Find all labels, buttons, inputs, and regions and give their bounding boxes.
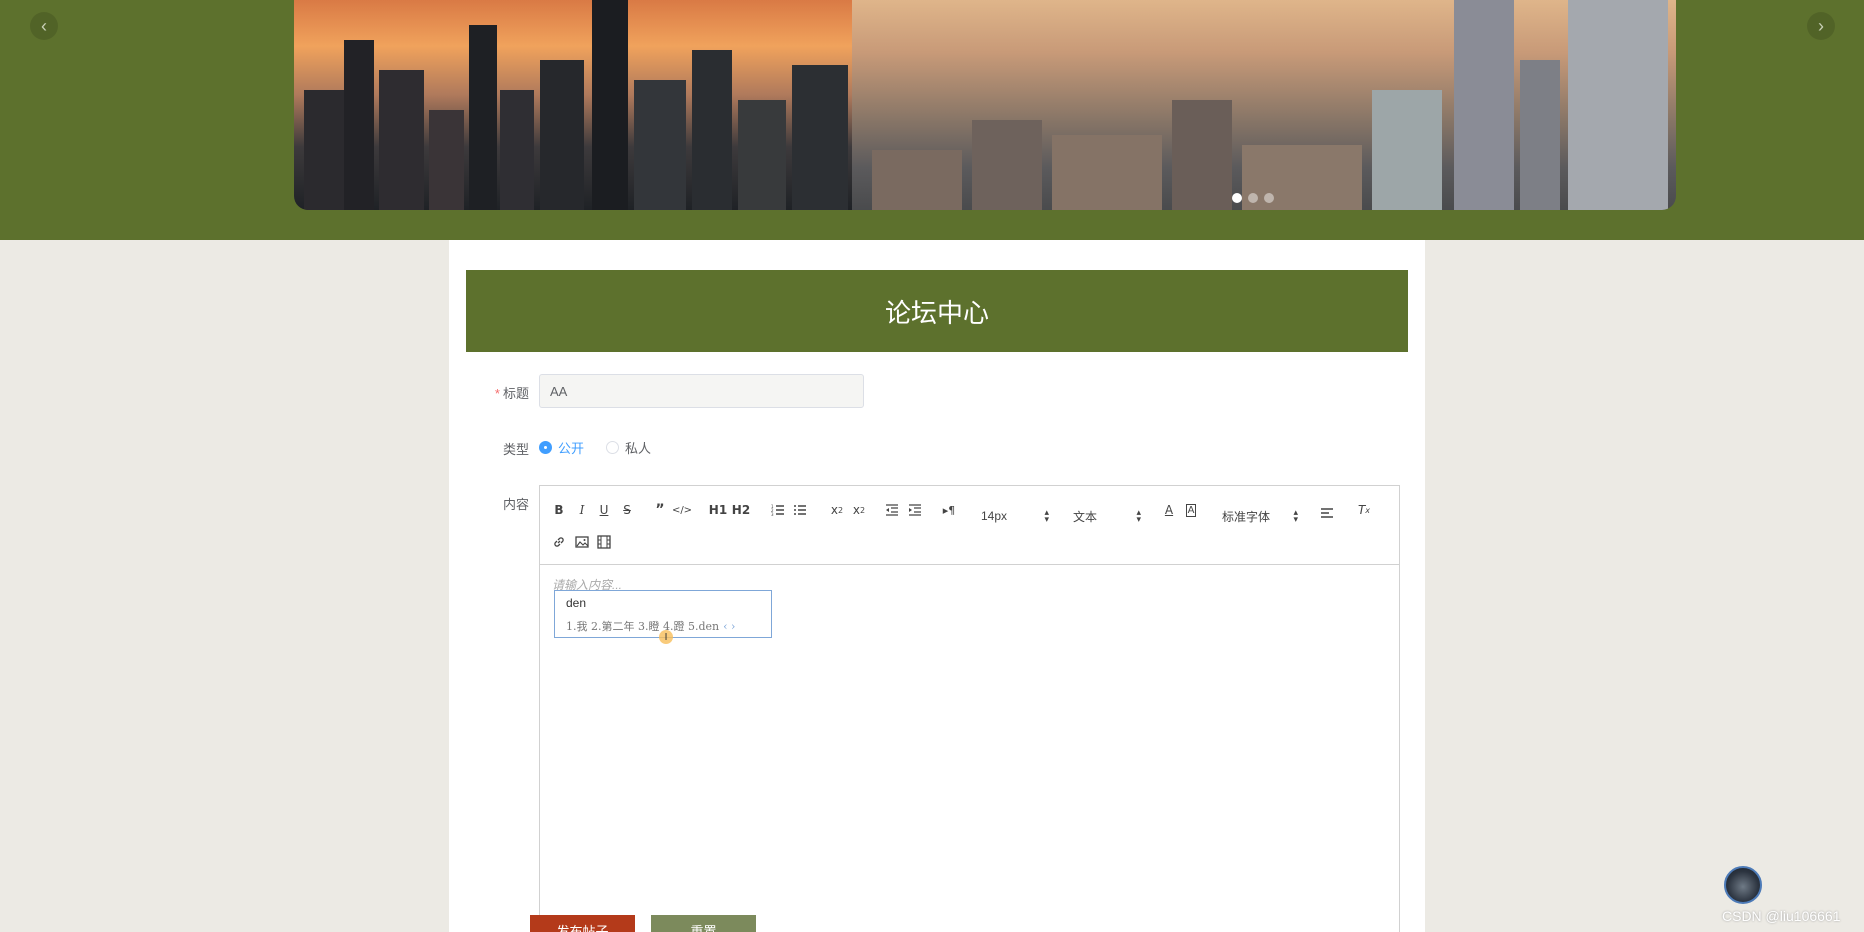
image-icon[interactable] [573,533,591,551]
watermark: CSDN @liu106661 [1722,908,1841,924]
header-1-icon[interactable]: H1 [709,501,727,519]
banner: ‹ › [0,0,1864,240]
page-title: 论坛中心 [466,270,1408,352]
select-arrows-icon: ▴ ▾ [1136,507,1141,524]
bold-icon[interactable]: B [550,501,568,519]
strike-icon[interactable]: S [618,501,636,519]
ime-composition: den [566,596,587,610]
clear-format-icon[interactable]: Tx [1355,501,1373,519]
mouse-cursor-icon: I [659,630,673,644]
carousel-dot[interactable] [1232,193,1242,203]
ordered-list-icon[interactable]: 123 [769,501,787,519]
floating-avatar[interactable] [1724,866,1762,904]
publish-button[interactable]: 发布帖子 [530,915,635,932]
font-color-icon[interactable]: A [1160,501,1178,519]
select-arrows-icon: ▴ ▾ [1293,507,1298,524]
carousel-dot[interactable] [1248,193,1258,203]
type-radio-private[interactable]: 私人 [606,438,651,457]
title-input[interactable] [539,374,864,408]
carousel[interactable] [294,0,1676,210]
carousel-prev-icon[interactable]: ‹ [30,12,58,40]
superscript-icon[interactable]: x2 [850,501,868,519]
outdent-icon[interactable] [883,501,901,519]
ime-candidates[interactable]: 1.我 2.第二年 3.瞪 4.蹬 5.den ‹ › [566,618,735,634]
font-size-select[interactable]: 14px ▴ ▾ [981,507,1049,525]
carousel-dot[interactable] [1264,193,1274,203]
header-select[interactable]: 文本 ▴ ▾ [1073,507,1141,525]
bullet-list-icon[interactable] [791,501,809,519]
select-arrows-icon: ▴ ▾ [1044,507,1049,524]
carousel-slide-city-skyline [852,0,1676,210]
text-direction-icon[interactable]: ▸¶ [940,501,958,519]
background-color-icon[interactable]: A [1182,501,1200,519]
link-icon[interactable] [550,533,568,551]
font-family-select[interactable]: 标准字体 ▴ ▾ [1222,507,1298,525]
rich-text-editor: B I U S ” </> H1 H2 123 x2 x2 ▸¶ 14px ▴ … [539,485,1400,932]
type-radio-public[interactable]: 公开 [539,438,584,457]
indent-icon[interactable] [906,501,924,519]
editor-toolbar: B I U S ” </> H1 H2 123 x2 x2 ▸¶ 14px ▴ … [540,486,1399,565]
align-icon[interactable] [1318,504,1336,522]
subscript-icon[interactable]: x2 [828,501,846,519]
blockquote-icon[interactable]: ” [651,501,669,519]
ime-pager-icon[interactable]: ‹ › [723,620,735,633]
carousel-slide-city-sunset [294,0,854,210]
underline-icon[interactable]: U [595,501,613,519]
carousel-indicators [1232,193,1274,203]
editor-content[interactable]: 请输入内容... den 1.我 2.第二年 3.瞪 4.蹬 5.den ‹ › [540,566,1399,932]
forum-panel: 论坛中心 *标题 类型 公开 私人 内容 B I U S ” </> H1 H2… [449,240,1425,932]
svg-text:3: 3 [771,512,774,517]
video-icon[interactable] [595,533,613,551]
carousel-next-icon[interactable]: › [1807,12,1835,40]
type-label: 类型 [502,442,529,457]
type-radio-group: 公开 私人 [539,438,673,457]
radio-checked-icon [539,441,552,454]
code-block-icon[interactable]: </> [672,501,692,519]
title-label: * 标题 [494,386,529,401]
header-2-icon[interactable]: H2 [732,501,750,519]
radio-unchecked-icon [606,441,620,454]
reset-button[interactable]: 重置 [651,915,756,932]
italic-icon[interactable]: I [573,501,591,519]
content-label: 内容 [502,497,529,512]
